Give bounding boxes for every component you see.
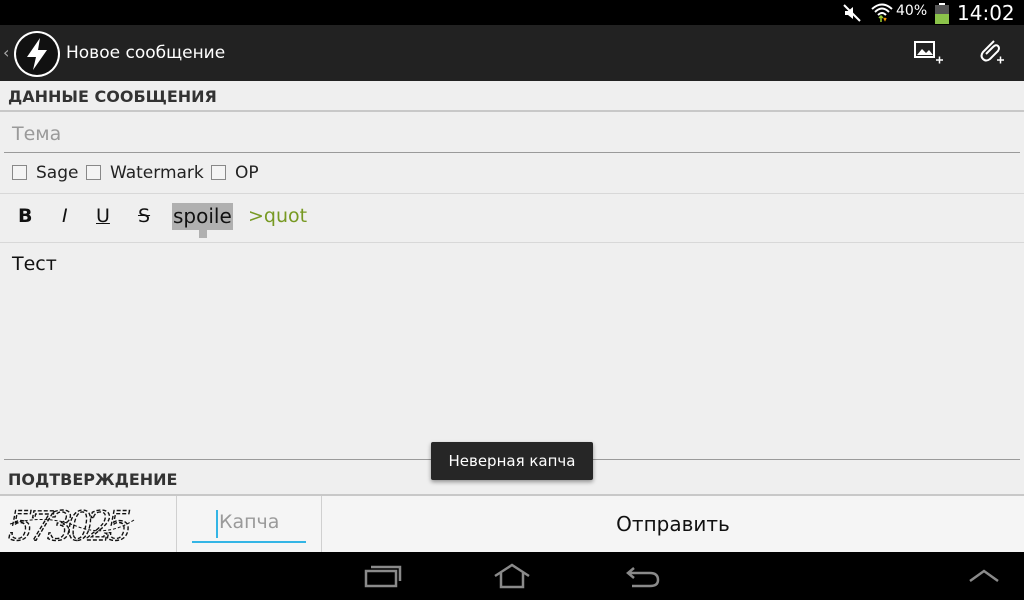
back-icon[interactable]	[624, 564, 662, 588]
captcha-image[interactable]: 573025	[6, 500, 138, 548]
lightning-icon	[16, 33, 58, 75]
divider	[176, 496, 177, 552]
spoiler-button[interactable]: spoile	[172, 203, 233, 230]
strike-button[interactable]: S	[138, 205, 150, 227]
battery-percent: 40%	[896, 3, 928, 19]
add-image-icon[interactable]	[914, 40, 944, 68]
navigation-bar	[0, 552, 1024, 600]
bold-button[interactable]: B	[18, 205, 32, 227]
divider	[0, 242, 1024, 243]
sage-label[interactable]: Sage	[36, 163, 78, 183]
underline-button[interactable]: U	[96, 205, 110, 227]
subject-input[interactable]: Тема	[12, 123, 1018, 145]
captcha-image-text: 573025	[8, 504, 132, 548]
action-bar: ‹ Новое сообщение	[0, 25, 1024, 81]
watermark-checkbox[interactable]	[86, 165, 101, 180]
sage-checkbox[interactable]	[12, 165, 27, 180]
attach-icon[interactable]	[978, 38, 1006, 68]
mute-icon	[843, 4, 861, 22]
home-icon[interactable]	[492, 562, 532, 590]
status-bar: 40% 14:02	[0, 0, 1024, 25]
section-header-message-data: ДАННЫЕ СООБЩЕНИЯ	[8, 87, 217, 106]
italic-button[interactable]: I	[62, 205, 68, 227]
op-checkbox[interactable]	[211, 165, 226, 180]
toast-message: Неверная капча	[431, 442, 593, 480]
battery-icon	[935, 3, 949, 24]
captcha-input[interactable]: Капча	[219, 511, 279, 533]
chevron-up-icon[interactable]	[968, 568, 1000, 584]
watermark-label[interactable]: Watermark	[110, 163, 204, 183]
up-caret-icon[interactable]: ‹	[3, 43, 9, 62]
recent-apps-icon[interactable]	[364, 564, 402, 588]
app-logo[interactable]	[14, 31, 60, 77]
divider	[0, 110, 1024, 112]
clock: 14:02	[957, 1, 1015, 25]
send-button[interactable]: Отправить	[322, 496, 1024, 552]
screen-title: Новое сообщение	[66, 43, 226, 63]
divider	[0, 193, 1024, 194]
text-selection-handle[interactable]	[199, 230, 207, 238]
quote-button[interactable]: >quot	[248, 205, 307, 227]
text-cursor	[216, 510, 218, 538]
message-textarea[interactable]: Тест	[12, 253, 57, 275]
op-label[interactable]: OP	[235, 163, 259, 183]
section-header-confirmation: ПОДТВЕРЖДЕНИЕ	[8, 470, 178, 489]
wifi-icon	[871, 3, 893, 22]
captcha-underline	[192, 541, 306, 543]
subject-underline	[4, 152, 1020, 153]
